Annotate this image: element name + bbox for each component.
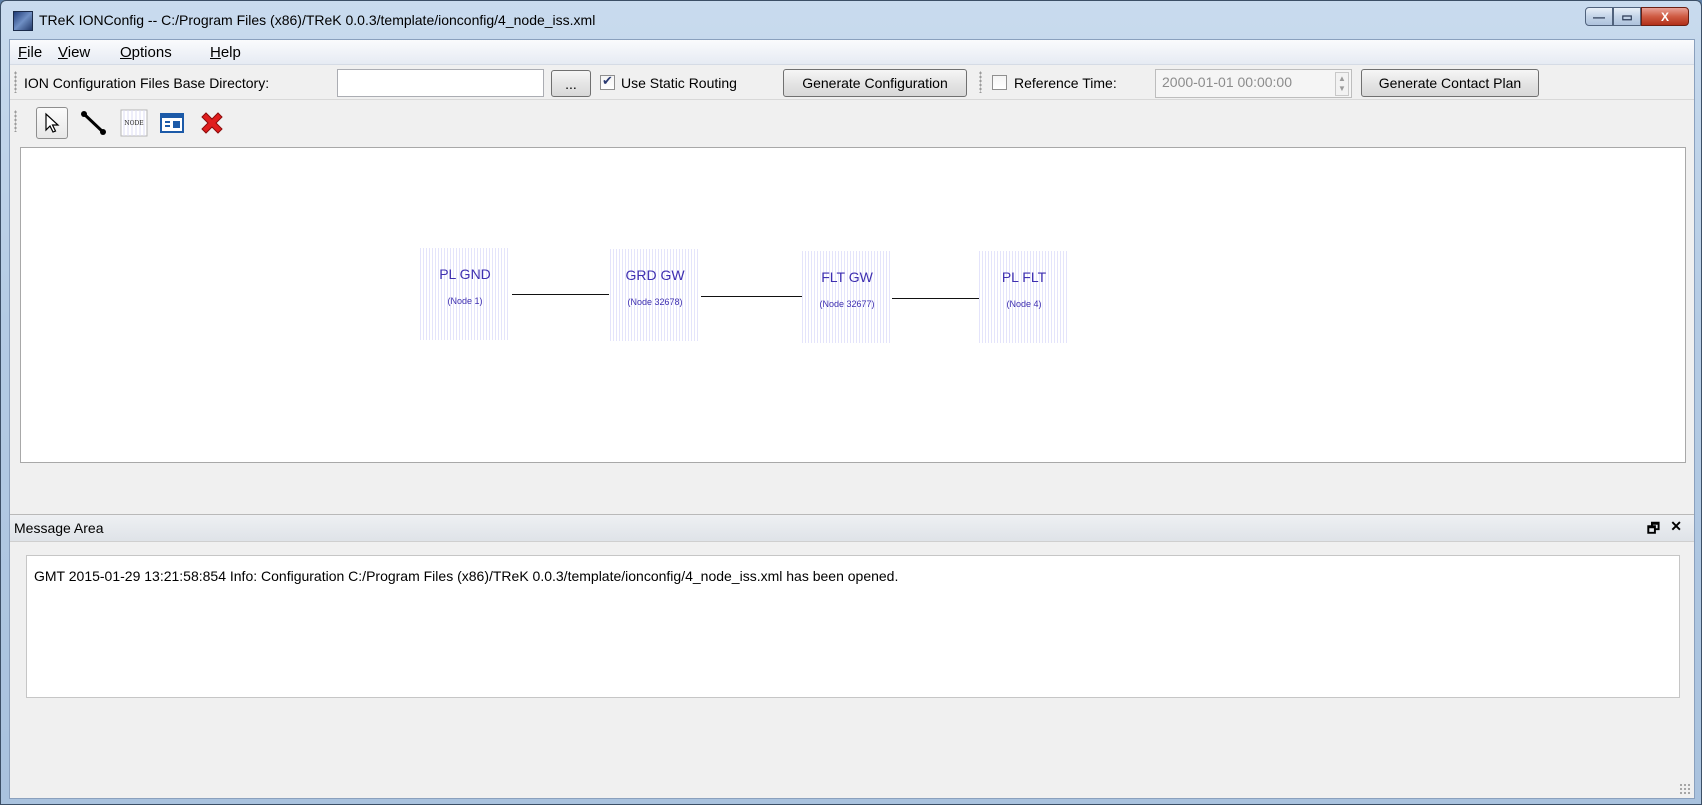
toolbar-grip[interactable] <box>14 110 17 132</box>
message-log[interactable]: GMT 2015-01-29 13:21:58:854 Info: Config… <box>26 555 1680 698</box>
close-panel-icon[interactable]: ✕ <box>1670 518 1682 535</box>
static-routing-checkbox[interactable] <box>600 73 615 90</box>
window-title: TReK IONConfig -- C:/Program Files (x86)… <box>39 12 596 28</box>
menu-options[interactable]: Options <box>120 44 172 61</box>
browse-button[interactable]: ... <box>551 70 591 97</box>
title-bar[interactable]: TReK IONConfig -- C:/Program Files (x86)… <box>7 5 1695 31</box>
message-area-header: Message Area 🗗 ✕ <box>10 514 1694 542</box>
node-pl-gnd[interactable]: PL GND (Node 1) <box>420 248 510 340</box>
client-area: File View Options Help ION Configuration… <box>9 39 1695 799</box>
config-toolbar: ION Configuration Files Base Directory: … <box>10 65 1694 100</box>
link-tool-icon[interactable] <box>78 107 110 139</box>
properties-icon[interactable] <box>156 107 188 139</box>
minimize-button[interactable]: — <box>1585 7 1613 26</box>
node-id: (Node 1) <box>447 296 483 306</box>
generate-configuration-button[interactable]: Generate Configuration <box>783 69 967 97</box>
base-dir-input[interactable] <box>337 69 544 97</box>
select-arrow-icon[interactable] <box>36 107 68 139</box>
toolbar-grip[interactable] <box>14 71 17 93</box>
menu-help[interactable]: Help <box>210 44 241 61</box>
link-pl-gnd-grd-gw[interactable] <box>512 294 609 295</box>
node-id: (Node 32678) <box>627 297 683 307</box>
app-window: TReK IONConfig -- C:/Program Files (x86)… <box>0 0 1702 805</box>
menu-view[interactable]: View <box>58 44 90 61</box>
node-name: FLT GW <box>821 269 873 285</box>
link-flt-gw-pl-flt[interactable] <box>891 298 979 299</box>
node-id: (Node 32677) <box>819 299 875 309</box>
menu-bar: File View Options Help <box>10 40 1694 65</box>
node-pl-flt[interactable]: PL FLT (Node 4) <box>979 251 1069 343</box>
window-controls: — ▭ X <box>1585 7 1689 27</box>
menu-file[interactable]: File <box>18 44 42 61</box>
node-name: PL FLT <box>1001 269 1047 285</box>
message-area-title: Message Area <box>14 520 104 536</box>
close-button[interactable]: X <box>1641 7 1689 26</box>
generate-contact-plan-button[interactable]: Generate Contact Plan <box>1361 69 1539 97</box>
toolbar-grip[interactable] <box>979 71 982 93</box>
diagram-canvas[interactable]: PL GND (Node 1) GRD GW (Node 32678) FLT … <box>20 147 1686 463</box>
node-grd-gw[interactable]: GRD GW (Node 32678) <box>610 249 700 341</box>
static-routing-label[interactable]: Use Static Routing <box>621 75 737 91</box>
reference-time-checkbox[interactable] <box>992 75 1007 90</box>
link-grd-gw-flt-gw[interactable] <box>701 296 802 297</box>
svg-text:NODE: NODE <box>124 120 143 127</box>
app-icon <box>13 11 33 31</box>
delete-icon[interactable] <box>194 107 230 139</box>
spinner-arrows-icon: ▲ ▼ <box>1335 72 1349 96</box>
message-line: GMT 2015-01-29 13:21:58:854 Info: Config… <box>34 568 899 584</box>
node-tool-icon[interactable]: NODE <box>118 107 150 139</box>
node-id: (Node 4) <box>1006 299 1042 309</box>
maximize-button[interactable]: ▭ <box>1613 7 1641 26</box>
reference-time-spinner: 2000-01-01 00:00:00 ▲ ▼ <box>1155 69 1352 98</box>
node-flt-gw[interactable]: FLT GW (Node 32677) <box>802 251 892 343</box>
node-name: GRD GW <box>625 267 685 283</box>
base-dir-label: ION Configuration Files Base Directory: <box>24 75 270 91</box>
float-panel-icon[interactable]: 🗗 <box>1647 518 1660 542</box>
resize-grip[interactable] <box>1679 783 1691 795</box>
tool-palette: NODE <box>10 100 1694 142</box>
node-name: PL GND <box>439 266 491 282</box>
reference-time-label[interactable]: Reference Time: <box>1014 75 1117 91</box>
reference-time-value: 2000-01-01 00:00:00 <box>1162 74 1292 90</box>
